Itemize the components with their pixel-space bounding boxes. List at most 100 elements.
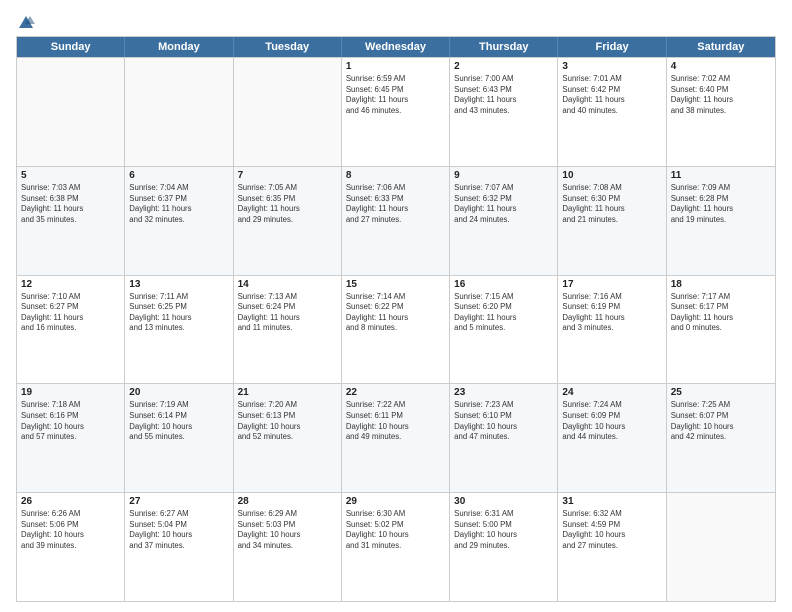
day-info: Sunrise: 7:07 AM Sunset: 6:32 PM Dayligh…: [454, 183, 553, 225]
day-info: Sunrise: 6:31 AM Sunset: 5:00 PM Dayligh…: [454, 509, 553, 551]
day-info: Sunrise: 7:19 AM Sunset: 6:14 PM Dayligh…: [129, 400, 228, 442]
day-info: Sunrise: 7:20 AM Sunset: 6:13 PM Dayligh…: [238, 400, 337, 442]
day-number: 14: [238, 279, 337, 290]
cal-cell-3-3: 22 Sunrise: 7:22 AM Sunset: 6:11 PM Dayli…: [342, 384, 450, 492]
day-number: 11: [671, 170, 771, 181]
cal-cell-2-5: 17 Sunrise: 7:16 AM Sunset: 6:19 PM Dayli…: [558, 276, 666, 384]
cal-cell-3-2: 21 Sunrise: 7:20 AM Sunset: 6:13 PM Dayli…: [234, 384, 342, 492]
day-info: Sunrise: 7:22 AM Sunset: 6:11 PM Dayligh…: [346, 400, 445, 442]
day-number: 29: [346, 496, 445, 507]
day-number: 4: [671, 61, 771, 72]
cal-cell-0-2: [234, 58, 342, 166]
cal-cell-1-3: 8 Sunrise: 7:06 AM Sunset: 6:33 PM Daylig…: [342, 167, 450, 275]
day-number: 18: [671, 279, 771, 290]
day-number: 2: [454, 61, 553, 72]
day-info: Sunrise: 7:01 AM Sunset: 6:42 PM Dayligh…: [562, 74, 661, 116]
logo-general-line: [16, 14, 35, 32]
cal-cell-1-5: 10 Sunrise: 7:08 AM Sunset: 6:30 PM Dayli…: [558, 167, 666, 275]
cal-cell-2-4: 16Sunrise: 7:15 AM Sunset: 6:20 PM Dayli…: [450, 276, 558, 384]
calendar-body: 1 Sunrise: 6:59 AM Sunset: 6:45 PM Daylig…: [17, 57, 775, 601]
calendar-header-row: SundayMondayTuesdayWednesdayThursdayFrid…: [17, 37, 775, 57]
cal-cell-4-1: 27 Sunrise: 6:27 AM Sunset: 5:04 PM Dayli…: [125, 493, 233, 601]
day-number: 5: [21, 170, 120, 181]
day-number: 31: [562, 496, 661, 507]
day-info: Sunrise: 6:27 AM Sunset: 5:04 PM Dayligh…: [129, 509, 228, 551]
day-info: Sunrise: 7:13 AM Sunset: 6:24 PM Dayligh…: [238, 292, 337, 334]
day-number: 1: [346, 61, 445, 72]
day-info: Sunrise: 7:09 AM Sunset: 6:28 PM Dayligh…: [671, 183, 771, 225]
cal-cell-4-0: 26 Sunrise: 6:26 AM Sunset: 5:06 PM Dayli…: [17, 493, 125, 601]
day-number: 13: [129, 279, 228, 290]
day-number: 3: [562, 61, 661, 72]
day-number: 8: [346, 170, 445, 181]
logo-text-block: [16, 14, 35, 30]
day-info: Sunrise: 7:15 AM Sunset: 6:20 PM Dayligh…: [454, 292, 553, 334]
logo-icon: [17, 14, 35, 32]
day-info: Sunrise: 7:18 AM Sunset: 6:16 PM Dayligh…: [21, 400, 120, 442]
cal-cell-2-2: 14 Sunrise: 7:13 AM Sunset: 6:24 PM Dayli…: [234, 276, 342, 384]
day-number: 9: [454, 170, 553, 181]
day-info: Sunrise: 7:00 AM Sunset: 6:43 PM Dayligh…: [454, 74, 553, 116]
day-info: Sunrise: 7:04 AM Sunset: 6:37 PM Dayligh…: [129, 183, 228, 225]
day-number: 17: [562, 279, 661, 290]
day-number: 7: [238, 170, 337, 181]
day-info: Sunrise: 6:26 AM Sunset: 5:06 PM Dayligh…: [21, 509, 120, 551]
day-info: Sunrise: 7:05 AM Sunset: 6:35 PM Dayligh…: [238, 183, 337, 225]
day-info: Sunrise: 7:02 AM Sunset: 6:40 PM Dayligh…: [671, 74, 771, 116]
day-number: 28: [238, 496, 337, 507]
day-info: Sunrise: 7:17 AM Sunset: 6:17 PM Dayligh…: [671, 292, 771, 334]
day-number: 24: [562, 387, 661, 398]
cal-cell-3-6: 25Sunrise: 7:25 AM Sunset: 6:07 PM Dayli…: [667, 384, 775, 492]
cal-cell-4-5: 31 Sunrise: 6:32 AM Sunset: 4:59 PM Dayli…: [558, 493, 666, 601]
day-info: Sunrise: 7:10 AM Sunset: 6:27 PM Dayligh…: [21, 292, 120, 334]
day-number: 10: [562, 170, 661, 181]
cal-cell-4-4: 30 Sunrise: 6:31 AM Sunset: 5:00 PM Dayli…: [450, 493, 558, 601]
page: SundayMondayTuesdayWednesdayThursdayFrid…: [0, 0, 792, 612]
header-day-monday: Monday: [125, 37, 233, 57]
cal-cell-1-4: 9 Sunrise: 7:07 AM Sunset: 6:32 PM Daylig…: [450, 167, 558, 275]
day-info: Sunrise: 7:06 AM Sunset: 6:33 PM Dayligh…: [346, 183, 445, 225]
cal-cell-1-0: 5Sunrise: 7:03 AM Sunset: 6:38 PM Daylig…: [17, 167, 125, 275]
header-day-saturday: Saturday: [667, 37, 775, 57]
day-info: Sunrise: 6:32 AM Sunset: 4:59 PM Dayligh…: [562, 509, 661, 551]
day-info: Sunrise: 7:24 AM Sunset: 6:09 PM Dayligh…: [562, 400, 661, 442]
day-number: 27: [129, 496, 228, 507]
cal-week-3: 19 Sunrise: 7:18 AM Sunset: 6:16 PM Dayli…: [17, 383, 775, 492]
day-info: Sunrise: 7:14 AM Sunset: 6:22 PM Dayligh…: [346, 292, 445, 334]
header-day-wednesday: Wednesday: [342, 37, 450, 57]
day-info: Sunrise: 7:16 AM Sunset: 6:19 PM Dayligh…: [562, 292, 661, 334]
cal-cell-4-6: [667, 493, 775, 601]
day-number: 12: [21, 279, 120, 290]
cal-cell-0-4: 2 Sunrise: 7:00 AM Sunset: 6:43 PM Daylig…: [450, 58, 558, 166]
cal-cell-1-6: 11 Sunrise: 7:09 AM Sunset: 6:28 PM Dayli…: [667, 167, 775, 275]
day-info: Sunrise: 7:25 AM Sunset: 6:07 PM Dayligh…: [671, 400, 771, 442]
header-day-sunday: Sunday: [17, 37, 125, 57]
cal-cell-0-1: [125, 58, 233, 166]
header: [16, 14, 776, 30]
cal-cell-3-5: 24 Sunrise: 7:24 AM Sunset: 6:09 PM Dayli…: [558, 384, 666, 492]
calendar: SundayMondayTuesdayWednesdayThursdayFrid…: [16, 36, 776, 602]
cal-cell-4-3: 29Sunrise: 6:30 AM Sunset: 5:02 PM Dayli…: [342, 493, 450, 601]
day-info: Sunrise: 6:29 AM Sunset: 5:03 PM Dayligh…: [238, 509, 337, 551]
day-number: 26: [21, 496, 120, 507]
cal-week-4: 26 Sunrise: 6:26 AM Sunset: 5:06 PM Dayli…: [17, 492, 775, 601]
cal-cell-2-6: 18 Sunrise: 7:17 AM Sunset: 6:17 PM Dayli…: [667, 276, 775, 384]
day-number: 22: [346, 387, 445, 398]
day-info: Sunrise: 7:11 AM Sunset: 6:25 PM Dayligh…: [129, 292, 228, 334]
day-info: Sunrise: 6:59 AM Sunset: 6:45 PM Dayligh…: [346, 74, 445, 116]
day-info: Sunrise: 7:08 AM Sunset: 6:30 PM Dayligh…: [562, 183, 661, 225]
cal-cell-2-0: 12 Sunrise: 7:10 AM Sunset: 6:27 PM Dayli…: [17, 276, 125, 384]
header-day-thursday: Thursday: [450, 37, 558, 57]
day-number: 30: [454, 496, 553, 507]
cal-week-1: 5Sunrise: 7:03 AM Sunset: 6:38 PM Daylig…: [17, 166, 775, 275]
cal-cell-1-2: 7 Sunrise: 7:05 AM Sunset: 6:35 PM Daylig…: [234, 167, 342, 275]
day-number: 19: [21, 387, 120, 398]
cal-cell-3-0: 19 Sunrise: 7:18 AM Sunset: 6:16 PM Dayli…: [17, 384, 125, 492]
header-day-tuesday: Tuesday: [234, 37, 342, 57]
cal-cell-0-0: [17, 58, 125, 166]
header-day-friday: Friday: [558, 37, 666, 57]
cal-cell-4-2: 28 Sunrise: 6:29 AM Sunset: 5:03 PM Dayli…: [234, 493, 342, 601]
day-number: 21: [238, 387, 337, 398]
day-number: 23: [454, 387, 553, 398]
cal-cell-2-1: 13 Sunrise: 7:11 AM Sunset: 6:25 PM Dayli…: [125, 276, 233, 384]
